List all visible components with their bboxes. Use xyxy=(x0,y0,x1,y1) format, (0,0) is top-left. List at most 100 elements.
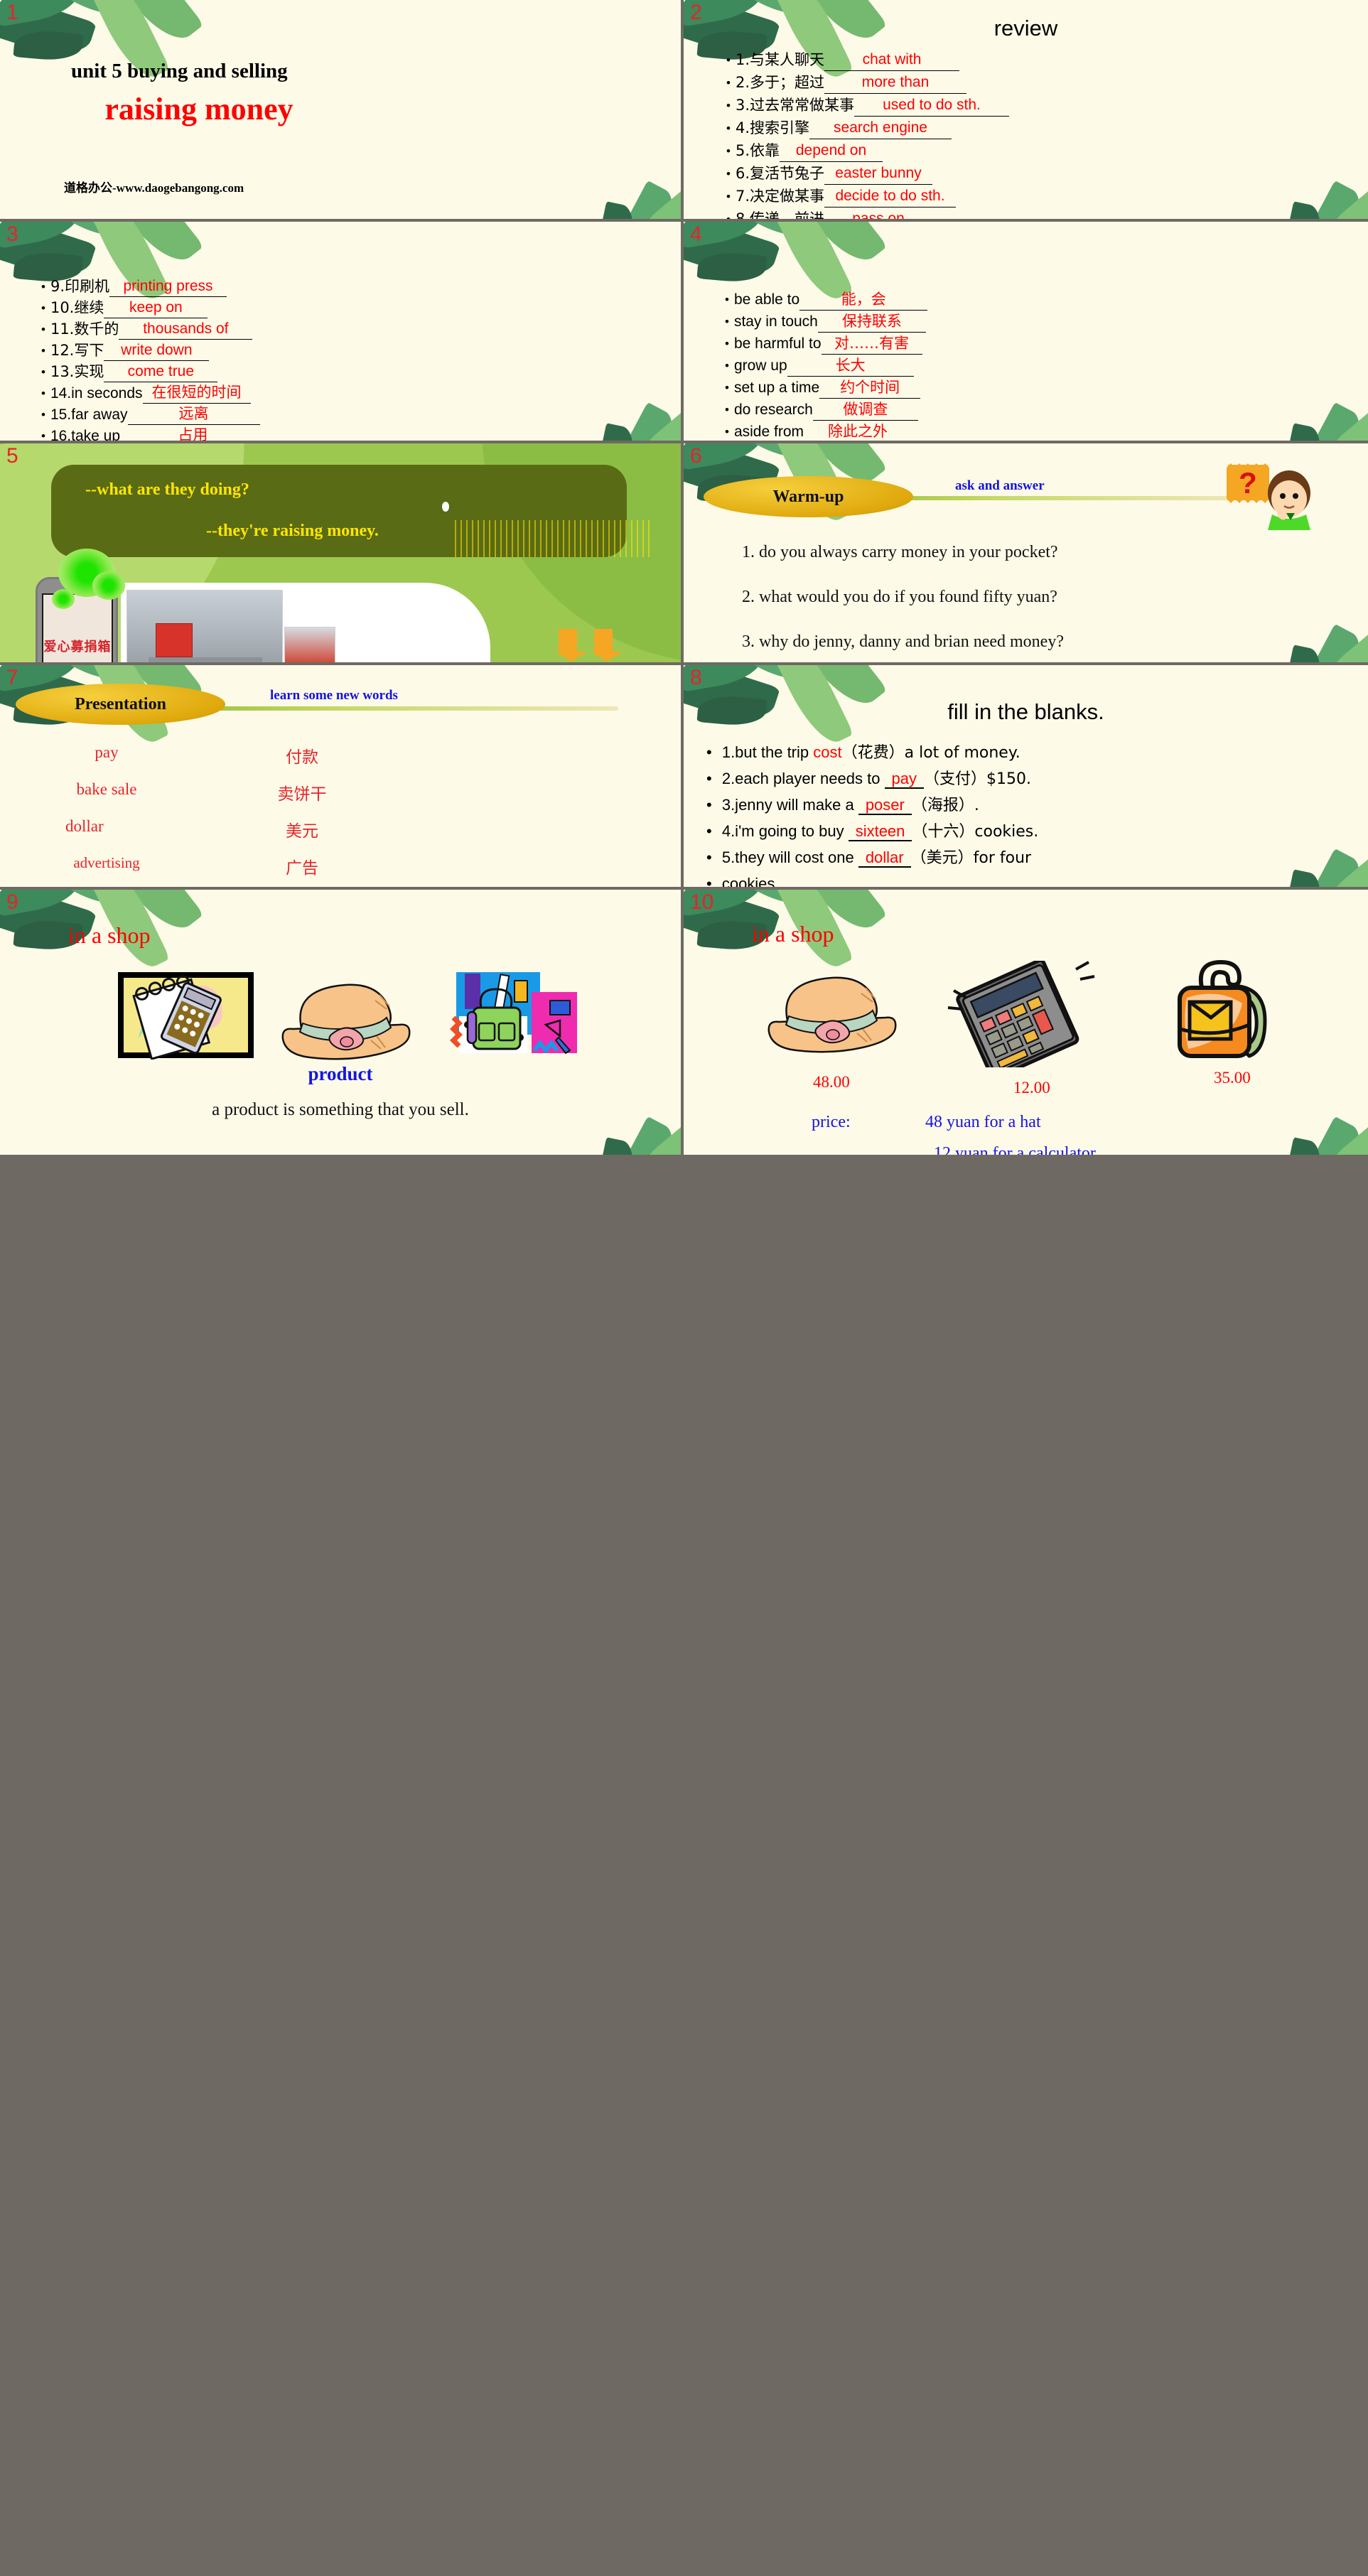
slide-number: 8 xyxy=(690,666,702,689)
list-item: 15.far away远离 xyxy=(41,404,266,425)
word-zh: 广告 xyxy=(286,859,318,878)
list-item: 14.in seconds在很短的时间 xyxy=(41,382,266,404)
schoolbag-icon xyxy=(1161,958,1282,1068)
slide-deck: 1 unit 5 buying and selling raising mone… xyxy=(0,0,1368,2576)
answer-word: dollar xyxy=(858,848,911,868)
table-row: dollar 美元 xyxy=(0,817,681,841)
question-item: 1. do you always carry money in your poc… xyxy=(742,543,1058,561)
slide-number: 5 xyxy=(6,444,18,468)
leaf-decoration-bottom-right xyxy=(1226,570,1368,662)
slide-6[interactable]: 6 Warm-up ask and answer ? 1. do you alw… xyxy=(684,443,1368,662)
slide-number: 10 xyxy=(690,890,714,914)
arrow-decoration xyxy=(553,627,631,662)
list-item: 4.搜索引擎search engine xyxy=(726,117,1009,139)
question-item: 3. why do jenny, danny and brian need mo… xyxy=(742,632,1064,651)
slide-4[interactable]: 4 be able to能，会 stay in touch保持联系 be har… xyxy=(684,222,1368,441)
hat-icon xyxy=(276,979,418,1068)
slide-5[interactable]: --what are they doing? --they're raising… xyxy=(0,443,681,662)
list-item: 12.写下write down xyxy=(41,340,266,361)
price-tag: 35.00 xyxy=(1214,1069,1251,1087)
calculator-icon xyxy=(934,959,1119,1080)
unit-title: unit 5 buying and selling xyxy=(71,60,288,82)
list-item: set up a time约个时间 xyxy=(725,377,927,399)
calculator-notepad-icon xyxy=(117,971,255,1063)
word-en: pay xyxy=(95,743,119,761)
list-item: 5.they will cost one dollar（美元）for four xyxy=(706,847,1346,869)
list-item: do research做调查 xyxy=(725,399,927,421)
leaf-decoration-bottom-right xyxy=(539,126,681,219)
question-list: 1. do you always carry money in your poc… xyxy=(742,543,1064,662)
answer-word: poser xyxy=(858,796,912,815)
list-item: grow up长大 xyxy=(725,355,927,377)
list-item: 10.继续keep on xyxy=(41,297,266,318)
list-item: 3.jenny will make a poser（海报）. xyxy=(706,794,1346,817)
slide-7[interactable]: 7 Presentation learn some new words pay … xyxy=(0,665,681,887)
word-en: bake sale xyxy=(76,780,137,798)
hat-icon xyxy=(762,972,904,1061)
slide-number: 4 xyxy=(690,222,702,246)
list-item: 4.i'm going to buy sixteen（十六）cookies. xyxy=(706,821,1346,843)
answer-word: sixteen xyxy=(848,822,912,841)
review-list: 1.与某人聊天chat with 2.多于；超过more than 3.过去常常… xyxy=(726,48,1009,219)
lesson-title: raising money xyxy=(104,92,293,126)
answer-word: pay xyxy=(884,770,925,789)
list-item: 13.实现come true xyxy=(41,361,266,382)
list-item: 7.决定做某事decide to do sth. xyxy=(726,185,1009,208)
slide-number: 7 xyxy=(6,666,18,689)
svg-text:?: ? xyxy=(1239,466,1257,500)
list-item: 5.依靠depend on xyxy=(726,139,1009,162)
slide-heading: fill in the blanks. xyxy=(947,699,1104,724)
slide-number: 6 xyxy=(690,444,702,468)
slide-3[interactable]: 3 9.印刷机printing press 10.继续keep on 11.数千… xyxy=(0,222,681,441)
list-item: be able to能，会 xyxy=(725,289,928,311)
table-row: pay 付款 xyxy=(0,743,681,767)
comb-texture xyxy=(455,520,654,557)
word-zh: 卖饼干 xyxy=(277,785,327,804)
word-zh: 付款 xyxy=(286,748,318,767)
dialogue-answer: --they're raising money. xyxy=(206,522,379,540)
slide-10[interactable]: 10 in a shop 48.00 12.00 35.00 price: 48… xyxy=(684,890,1368,1155)
list-item: 9.印刷机printing press xyxy=(41,276,266,297)
leaf-decoration-bottom-right xyxy=(1226,126,1368,219)
slide-number: 1 xyxy=(6,1,18,24)
list-item: 6.复活节兔子easter bunny xyxy=(726,162,1009,185)
list-item: 11.数千的thousands of xyxy=(41,318,266,340)
slide-1[interactable]: 1 unit 5 buying and selling raising mone… xyxy=(0,0,681,219)
fill-blanks-list: 1.but the trip cost（花费）a lot of money. 2… xyxy=(706,742,1346,887)
list-item: 1.与某人聊天chat with xyxy=(726,48,1009,71)
green-bubble-medium xyxy=(92,571,125,600)
donation-poster-text: 爱心募捐箱 xyxy=(43,640,112,654)
dialogue-question: --what are they doing? xyxy=(85,480,249,499)
section-subtitle: ask and answer xyxy=(955,478,1045,493)
section-badge-label: Warm-up xyxy=(772,487,844,506)
leaf-decoration-bottom-right xyxy=(1226,348,1368,441)
price-tag: 48.00 xyxy=(813,1073,850,1091)
list-item: 3.过去常常做某事used to do sth. xyxy=(726,94,1009,117)
section-badge-label: Presentation xyxy=(75,694,166,713)
slide-2[interactable]: 2 review 1.与某人聊天chat with 2.多于；超过more th… xyxy=(684,0,1368,219)
word-en: dollar xyxy=(65,817,104,835)
price-line: 12 yuan for a calculator xyxy=(934,1144,1096,1155)
slide-heading: in a shop xyxy=(752,921,834,947)
word-en: advertising xyxy=(73,854,140,871)
vocabulary-table: pay 付款 bake sale 卖饼干 dollar 美元 advertisi… xyxy=(0,743,681,887)
thinking-boy-icon: ? xyxy=(1224,462,1330,537)
green-bubble-small xyxy=(52,589,75,609)
list-item: aside from除此之外 xyxy=(725,421,927,441)
price-label: price: xyxy=(812,1113,851,1131)
vocabulary-definition: a product is something that you sell. xyxy=(212,1100,469,1119)
list-item: 2.多于；超过more than xyxy=(726,71,1009,94)
photo-students-donating xyxy=(126,590,283,662)
slide-number: 3 xyxy=(6,222,18,246)
section-badge: Warm-up xyxy=(704,476,913,517)
leaf-decoration-bottom-right xyxy=(539,348,681,441)
list-item: 1.but the trip cost（花费）a lot of money. xyxy=(706,742,1346,764)
list-item: be harmful to对……有害 xyxy=(725,333,927,355)
table-row: bake sale 卖饼干 xyxy=(0,780,681,804)
list-item: cookies. xyxy=(706,873,1346,887)
slide-8[interactable]: 8 fill in the blanks. 1.but the trip cos… xyxy=(684,665,1368,887)
photo-donation-box xyxy=(284,627,335,662)
slide-9[interactable]: 9 in a shop product a product is somethi… xyxy=(0,890,681,1155)
list-item: 2.each player needs to pay（支付）$150. xyxy=(706,768,1346,790)
price-line: 48 yuan for a hat xyxy=(925,1113,1041,1131)
